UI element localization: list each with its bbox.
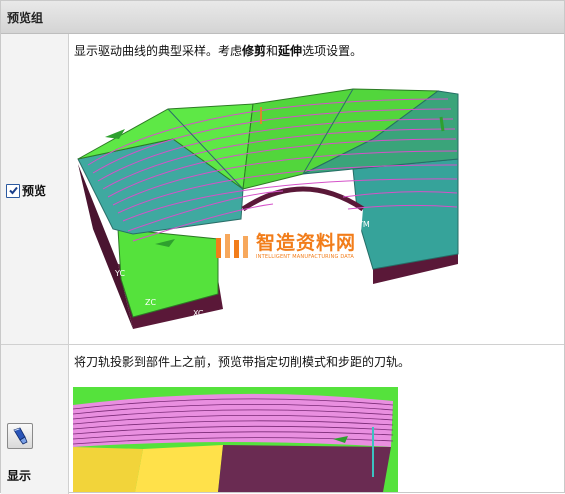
group-title: 预览组 <box>7 10 44 25</box>
direction-arrow-icon <box>439 116 445 132</box>
group-header: 预览组 <box>1 1 564 34</box>
display-description: 将刀轨投影到部件上之前，预览带指定切削模式和步距的刀轨。 <box>74 355 411 369</box>
preview-checkbox-label: 预览 <box>22 184 47 198</box>
maroon-face <box>218 445 391 492</box>
display-button[interactable] <box>7 423 33 449</box>
preview-checkbox-control[interactable]: 预览 <box>6 182 46 199</box>
teal-face-right <box>352 158 459 270</box>
preview-illustration: ZM YM YC ZC XC <box>77 88 459 329</box>
preview-checkbox[interactable] <box>6 183 20 198</box>
axis-label-xc: XC <box>193 309 204 318</box>
checkmark-icon <box>8 186 18 195</box>
preview-group-panel: 预览组 预览 显示驱动曲线的典型采样。考虑修剪和延伸选项设置。 ZM YM YC… <box>0 0 565 494</box>
yellow-face <box>135 445 223 492</box>
preview-description: 显示驱动曲线的典型采样。考虑修剪和延伸选项设置。 <box>74 44 363 58</box>
axis-label-zm: ZM <box>285 202 297 211</box>
axis-label-ym: YM <box>357 220 370 229</box>
watermark-en-text: INTELLIGENT MANUFACTURING DATA <box>256 253 355 260</box>
display-illustration <box>73 387 398 492</box>
flashlight-icon <box>13 427 28 445</box>
watermark: 智造资料网 INTELLIGENT MANUFACTURING DATA <box>214 232 356 260</box>
display-button-label: 显示 <box>7 469 32 483</box>
watermark-logo-icon <box>216 234 248 258</box>
yellow-face <box>73 447 143 492</box>
watermark-cn-text: 智造资料网 <box>256 231 357 254</box>
axis-label-zc: ZC <box>145 298 156 307</box>
axis-label-yc: YC <box>114 269 125 278</box>
row-divider <box>1 344 564 345</box>
